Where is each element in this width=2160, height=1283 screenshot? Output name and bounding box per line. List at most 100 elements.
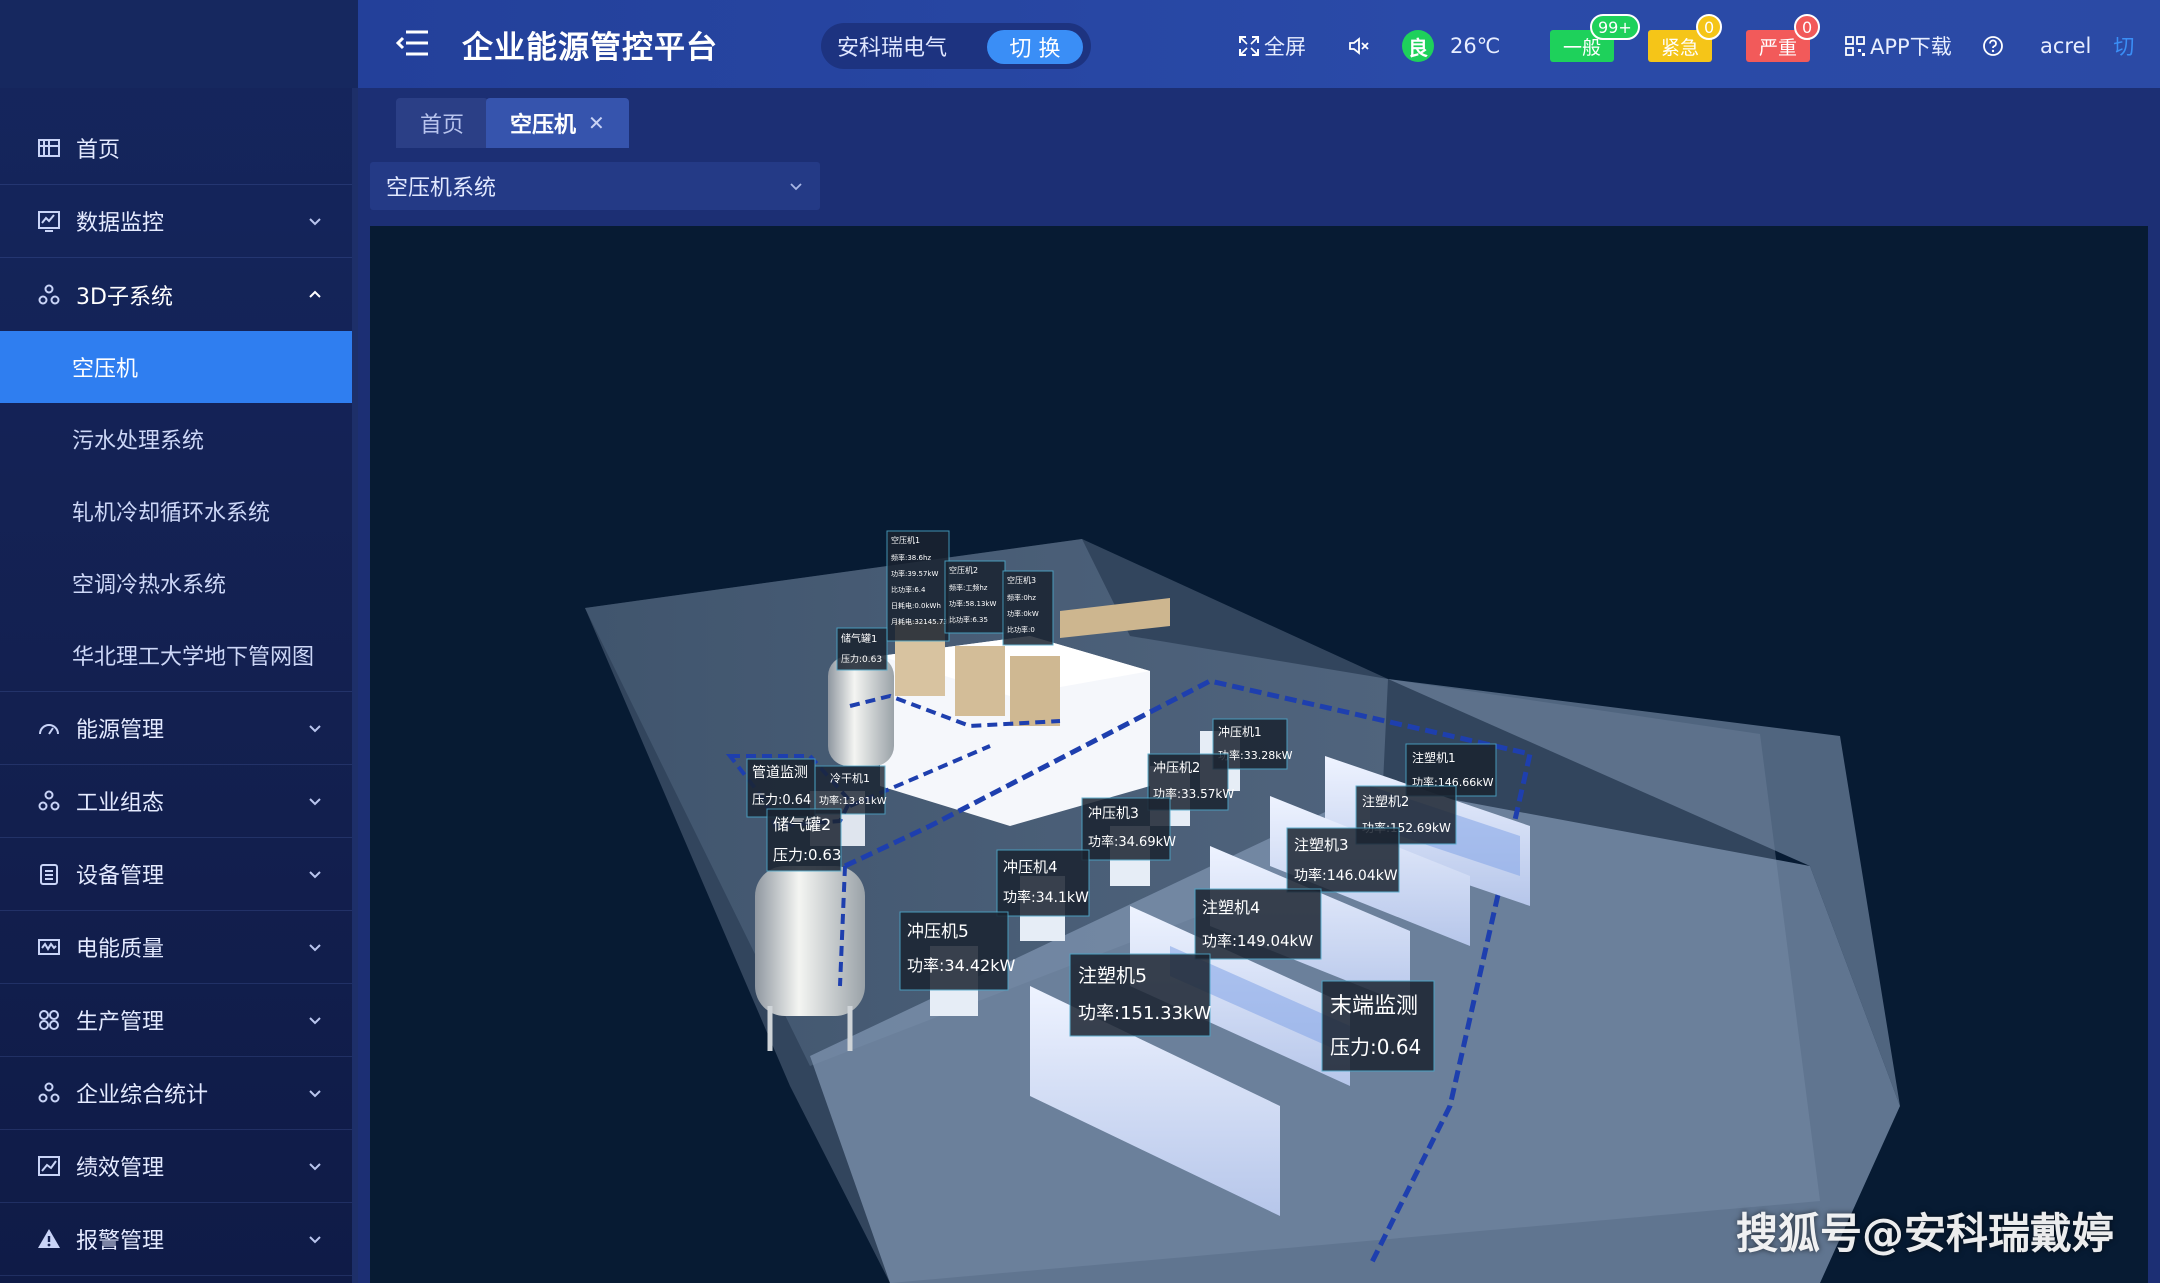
- fullscreen-button[interactable]: 全屏: [1238, 30, 1306, 62]
- svg-text:储气罐1: 储气罐1: [841, 632, 877, 645]
- sidebar-menu: 首页 数据监控 3D子系统 空压机 污水处理系统 轧机冷却循环水系统 空调冷热水…: [0, 112, 352, 1276]
- svg-text:功率:58.13kW: 功率:58.13kW: [949, 599, 996, 608]
- label-compressor-3: 空压机3 频率:0hz 功率:0kW 比功率:0: [1002, 570, 1054, 646]
- system-select[interactable]: 空压机系统: [370, 162, 820, 210]
- nodes-icon: [36, 282, 62, 308]
- company-name: 安科瑞电气: [837, 36, 948, 61]
- menu-toggle-icon[interactable]: [396, 28, 430, 58]
- compressor-3-model: [1010, 656, 1060, 726]
- storage-tank-1-model: [828, 656, 894, 766]
- sidebar-item-statistics[interactable]: 企业综合统计: [0, 1057, 352, 1130]
- label-press-5: 冲压机5 功率:34.42kW: [899, 911, 1015, 991]
- svg-text:频率:0hz: 频率:0hz: [1007, 593, 1036, 602]
- svg-text:频率:38.6hz: 频率:38.6hz: [891, 553, 931, 562]
- svg-text:功率:39.57kW: 功率:39.57kW: [891, 569, 938, 578]
- sidebar-item-3d-system[interactable]: 3D子系统: [0, 258, 352, 331]
- grid-icon: [36, 1007, 62, 1033]
- svg-text:冲压机5: 冲压机5: [907, 922, 969, 942]
- svg-text:冲压机4: 冲压机4: [1003, 858, 1058, 876]
- sidebar-item-equipment[interactable]: 设备管理: [0, 838, 352, 911]
- help-button[interactable]: [1982, 30, 2008, 62]
- svg-text:压力:0.63: 压力:0.63: [841, 653, 882, 665]
- weather-widget: 良 26℃: [1402, 30, 1500, 62]
- clipboard-icon: [36, 861, 62, 887]
- speaker-mute-icon: [1349, 37, 1369, 55]
- sidebar-item-label: 工业组态: [76, 791, 165, 816]
- company-switcher: 安科瑞电气 切 换: [821, 23, 1091, 69]
- alarm-urgent-button[interactable]: 紧急 0: [1648, 14, 1723, 62]
- label-dryer: 冷干机1 功率:13.81kW: [814, 765, 887, 815]
- sidebar-subitem-mill-cooling[interactable]: 轧机冷却循环水系统: [0, 475, 352, 547]
- top-header: 企业能源管控平台 安科瑞电气 切 换 全屏 良 26℃ 一般 99+ 紧急 0 …: [358, 0, 2160, 88]
- nodes-icon: [36, 788, 62, 814]
- chart-icon: [36, 1153, 62, 1179]
- sidebar-item-power-quality[interactable]: 电能质量: [0, 911, 352, 984]
- chevron-down-icon: [309, 1163, 321, 1171]
- switch-user-link[interactable]: 切: [2113, 31, 2134, 61]
- sidebar-subitem-hvac-water[interactable]: 空调冷热水系统: [0, 547, 352, 619]
- sidebar-item-energy[interactable]: 能源管理: [0, 692, 352, 765]
- air-quality-badge: 良: [1402, 30, 1434, 62]
- svg-text:日耗电:0.0kWh: 日耗电:0.0kWh: [891, 601, 941, 610]
- svg-text:功率:34.69kW: 功率:34.69kW: [1088, 834, 1176, 850]
- svg-text:空压机3: 空压机3: [1007, 575, 1036, 585]
- chevron-down-icon: [309, 1017, 321, 1025]
- label-molding-4: 注塑机4 功率:149.04kW: [1194, 888, 1322, 960]
- svg-text:功率:146.04kW: 功率:146.04kW: [1294, 867, 1398, 884]
- sidebar-item-label: 绩效管理: [76, 1156, 165, 1181]
- app-download-button[interactable]: APP下载: [1844, 30, 1952, 62]
- sidebar: 首页 数据监控 3D子系统 空压机 污水处理系统 轧机冷却循环水系统 空调冷热水…: [0, 0, 358, 1283]
- sidebar-item-label: 电能质量: [76, 937, 165, 962]
- svg-text:注塑机2: 注塑机2: [1362, 795, 1409, 810]
- factory-3d-model: 空压机1 频率:38.6hz 功率:39.57kW 比功率:6.4 日耗电:0.…: [585, 530, 1900, 1283]
- sidebar-item-performance[interactable]: 绩效管理: [0, 1130, 352, 1203]
- close-icon[interactable]: ✕: [588, 111, 605, 135]
- svg-text:比功率:6.35: 比功率:6.35: [949, 615, 988, 624]
- alarm-general-button[interactable]: 一般 99+: [1550, 14, 1640, 62]
- switch-company-button[interactable]: 切 换: [987, 30, 1083, 64]
- 3d-scene-viewport[interactable]: 空压机1 频率:38.6hz 功率:39.57kW 比功率:6.4 日耗电:0.…: [370, 226, 2148, 1283]
- chevron-down-icon: [309, 218, 321, 226]
- tab-label: 空压机: [510, 113, 577, 138]
- sidebar-item-data-monitor[interactable]: 数据监控: [0, 185, 352, 258]
- sidebar-item-label: 报警管理: [76, 1229, 165, 1254]
- user-menu[interactable]: acrel 切: [2040, 30, 2134, 62]
- sidebar-item-alarm[interactable]: 报警管理: [0, 1203, 352, 1276]
- mute-button[interactable]: [1348, 30, 1374, 62]
- chevron-down-icon: [309, 1236, 321, 1244]
- label-press-4: 冲压机4 功率:34.1kW: [996, 849, 1090, 917]
- sidebar-item-label: 生产管理: [76, 1010, 165, 1035]
- home-icon: [36, 135, 62, 161]
- sidebar-item-home[interactable]: 首页: [0, 112, 352, 185]
- sidebar-item-industrial[interactable]: 工业组态: [0, 765, 352, 838]
- fullscreen-label: 全屏: [1264, 35, 1306, 59]
- label-storage-tank-1: 储气罐1 压力:0.63: [836, 627, 888, 671]
- system-select-value: 空压机系统: [386, 176, 497, 201]
- svg-text:冲压机1: 冲压机1: [1218, 724, 1262, 739]
- svg-text:功率:149.04kW: 功率:149.04kW: [1202, 932, 1313, 950]
- tab-home[interactable]: 首页: [396, 98, 489, 148]
- app-download-label: APP下载: [1870, 35, 1952, 59]
- username: acrel: [2040, 34, 2092, 58]
- compressor-2-model: [955, 646, 1005, 716]
- svg-text:压力:0.63: 压力:0.63: [773, 846, 841, 864]
- label-press-3: 冲压机3 功率:34.69kW: [1081, 797, 1176, 861]
- sidebar-item-label: 数据监控: [76, 211, 165, 236]
- svg-text:压力:0.64: 压力:0.64: [752, 793, 811, 808]
- sidebar-group-3d: 3D子系统 空压机 污水处理系统 轧机冷却循环水系统 空调冷热水系统 华北理工大…: [0, 258, 352, 692]
- alarm-severe-button[interactable]: 严重 0: [1746, 14, 1821, 62]
- label-molding-5: 注塑机5 功率:151.33kW: [1069, 953, 1211, 1037]
- tab-label: 首页: [420, 113, 465, 138]
- sidebar-subitem-air-compressor[interactable]: 空压机: [0, 331, 352, 403]
- tab-air-compressor[interactable]: 空压机 ✕: [486, 98, 629, 148]
- sidebar-subitem-sewage[interactable]: 污水处理系统: [0, 403, 352, 475]
- svg-text:注塑机1: 注塑机1: [1412, 750, 1456, 765]
- watermark-text: 搜狐号@安科瑞戴婷: [1735, 1209, 2114, 1258]
- sidebar-subitem-pipe-network[interactable]: 华北理工大学地下管网图: [0, 619, 352, 691]
- sidebar-item-production[interactable]: 生产管理: [0, 984, 352, 1057]
- gauge-icon: [36, 715, 62, 741]
- tab-bar: 首页 空压机 ✕: [358, 88, 2160, 148]
- svg-text:冲压机3: 冲压机3: [1088, 806, 1139, 822]
- storage-tank-2-model: [755, 866, 865, 1016]
- alarm-urgent-label: 紧急: [1660, 36, 1699, 59]
